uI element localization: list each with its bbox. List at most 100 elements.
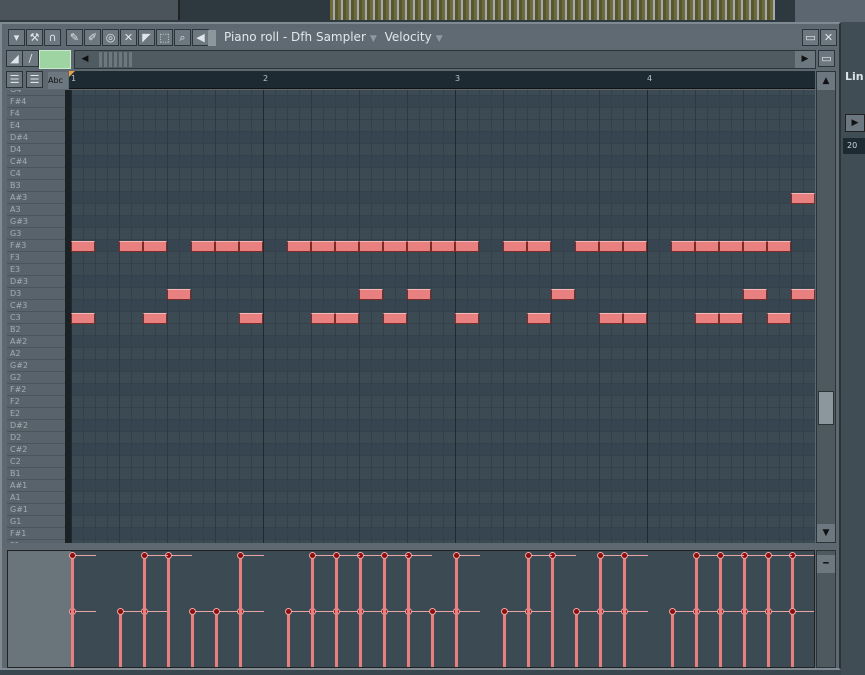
timeline-ruler[interactable]: 1 2 3 4 xyxy=(69,71,815,89)
note-D3[interactable] xyxy=(791,289,815,300)
velocity-bar[interactable] xyxy=(143,555,146,667)
velocity-handle[interactable] xyxy=(765,552,772,559)
scroll-down-icon[interactable]: ▼ xyxy=(817,524,835,542)
piano-key[interactable]: F#3 xyxy=(7,240,65,252)
note-D3[interactable] xyxy=(407,289,431,300)
piano-key[interactable]: D#3 xyxy=(7,276,65,288)
note-D3[interactable] xyxy=(359,289,383,300)
speaker-icon[interactable]: ◀ xyxy=(192,29,209,46)
piano-keys[interactable]: G4F#4F4E4D#4D4C#4C4B3A#3A3G#3G3F#3F3E3D#… xyxy=(7,90,65,543)
velocity-bar[interactable] xyxy=(239,555,242,667)
note-F#3[interactable] xyxy=(407,241,431,252)
velocity-handle[interactable] xyxy=(381,552,388,559)
brush-icon[interactable]: ✐ xyxy=(84,29,101,46)
velocity-bar[interactable] xyxy=(575,611,578,667)
note-C3[interactable] xyxy=(239,313,263,324)
note-F#3[interactable] xyxy=(527,241,551,252)
velocity-handle[interactable] xyxy=(117,608,124,615)
piano-key[interactable]: E3 xyxy=(7,264,65,276)
velocity-tool-icon[interactable]: ◢ xyxy=(6,50,23,67)
target-selector[interactable]: Velocity xyxy=(385,30,432,44)
note-D3[interactable] xyxy=(167,289,191,300)
note-F#3[interactable] xyxy=(503,241,527,252)
note-F#3[interactable] xyxy=(71,241,95,252)
velocity-handle[interactable] xyxy=(189,608,196,615)
piano-key[interactable]: D3 xyxy=(7,288,65,300)
note-F#3[interactable] xyxy=(719,241,743,252)
scroll-thumb[interactable] xyxy=(818,390,834,425)
velocity-bar[interactable] xyxy=(215,611,218,667)
velocity-handle[interactable] xyxy=(693,552,700,559)
velocity-bar[interactable] xyxy=(191,611,194,667)
side-play-button[interactable]: ▶ xyxy=(845,114,865,132)
note-F#3[interactable] xyxy=(359,241,383,252)
scroll-left-icon[interactable]: ◀ xyxy=(75,51,95,68)
piano-key[interactable]: A#2 xyxy=(7,336,65,348)
mute-icon[interactable]: ✕ xyxy=(120,29,137,46)
velocity-bar[interactable] xyxy=(71,555,74,667)
note-C3[interactable] xyxy=(455,313,479,324)
note-C3[interactable] xyxy=(623,313,647,324)
note-C3[interactable] xyxy=(143,313,167,324)
velocity-bar[interactable] xyxy=(359,555,362,667)
velocity-bar[interactable] xyxy=(791,611,794,667)
wrench-icon[interactable]: ⚒ xyxy=(26,29,43,46)
zoom-box-button[interactable]: ▭ xyxy=(818,50,835,67)
note-D3[interactable] xyxy=(551,289,575,300)
key-labels-button[interactable]: Abc xyxy=(48,72,68,89)
zoom-icon[interactable]: ⌕ xyxy=(174,29,191,46)
piano-key[interactable]: E2 xyxy=(7,408,65,420)
piano-key[interactable]: F1 xyxy=(7,540,65,543)
note-C3[interactable] xyxy=(335,313,359,324)
scroll-up-icon[interactable]: ▲ xyxy=(817,72,835,90)
velocity-bar[interactable] xyxy=(623,555,626,667)
piano-key[interactable]: D#4 xyxy=(7,132,65,144)
velocity-lane[interactable] xyxy=(7,550,815,668)
note-grid[interactable] xyxy=(71,90,815,543)
note-C3[interactable] xyxy=(71,313,95,324)
scroll-right-icon[interactable]: ▶ xyxy=(795,51,815,68)
maximize-button[interactable]: ▭ xyxy=(802,29,819,46)
velocity-handle[interactable] xyxy=(525,552,532,559)
note-F#3[interactable] xyxy=(599,241,623,252)
piano-key[interactable]: G#3 xyxy=(7,216,65,228)
window-title[interactable]: Piano roll - Dfh Sampler xyxy=(224,30,366,44)
piano-key[interactable]: A2 xyxy=(7,348,65,360)
velocity-handle[interactable] xyxy=(309,552,316,559)
piano-key[interactable]: C#3 xyxy=(7,300,65,312)
velocity-bar[interactable] xyxy=(455,555,458,667)
slice-icon[interactable]: ◤ xyxy=(138,29,155,46)
piano-key[interactable]: F#4 xyxy=(7,96,65,108)
velocity-handle[interactable] xyxy=(717,552,724,559)
velocity-bar[interactable] xyxy=(527,555,530,667)
velocity-handle[interactable] xyxy=(237,552,244,559)
piano-key[interactable]: F#2 xyxy=(7,384,65,396)
note-F#3[interactable] xyxy=(311,241,335,252)
velocity-bar[interactable] xyxy=(335,555,338,667)
piano-key[interactable]: A3 xyxy=(7,204,65,216)
pencil-icon[interactable]: ✎ xyxy=(66,29,83,46)
note-F#3[interactable] xyxy=(455,241,479,252)
note-C3[interactable] xyxy=(311,313,335,324)
note-C3[interactable] xyxy=(383,313,407,324)
velocity-handle[interactable] xyxy=(429,608,436,615)
note-C3[interactable] xyxy=(599,313,623,324)
velocity-handle[interactable] xyxy=(141,552,148,559)
piano-key[interactable]: C3 xyxy=(7,312,65,324)
piano-key[interactable]: D2 xyxy=(7,432,65,444)
piano-key[interactable]: G#2 xyxy=(7,360,65,372)
piano-key[interactable]: B3 xyxy=(7,180,65,192)
snap-icon[interactable] xyxy=(208,30,216,46)
note-F#3[interactable] xyxy=(671,241,695,252)
velocity-bar[interactable] xyxy=(599,555,602,667)
note-F#3[interactable] xyxy=(431,241,455,252)
velocity-bar[interactable] xyxy=(695,555,698,667)
velocity-bar[interactable] xyxy=(743,555,746,667)
note-F#3[interactable] xyxy=(767,241,791,252)
delete-icon[interactable]: ◎ xyxy=(102,29,119,46)
note-F#3[interactable] xyxy=(287,241,311,252)
note-A#3[interactable] xyxy=(791,193,815,204)
velocity-handle[interactable] xyxy=(789,608,796,615)
velocity-bar[interactable] xyxy=(503,611,506,667)
note-F#3[interactable] xyxy=(695,241,719,252)
